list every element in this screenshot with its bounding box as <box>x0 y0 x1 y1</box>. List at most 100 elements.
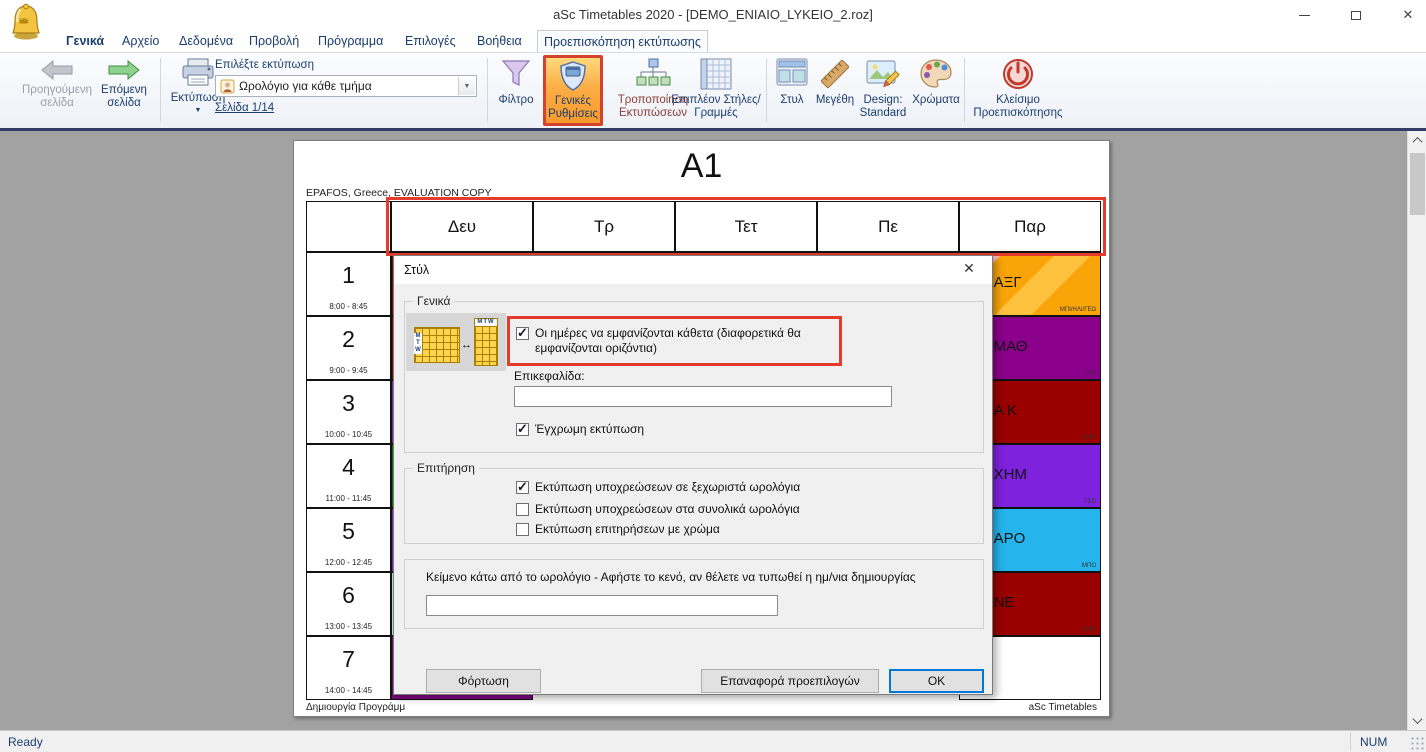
period-cell-4: 411:00 - 11:45 <box>306 444 391 508</box>
day-header-thu: Πε <box>817 201 959 252</box>
filter-funnel-icon <box>499 57 533 91</box>
chevron-down-icon <box>1413 714 1423 724</box>
period-cell-6: 613:00 - 13:45 <box>306 572 391 636</box>
close-button[interactable]: ✕ <box>1396 4 1420 26</box>
next-page-button[interactable]: Επόμενη σελίδα <box>96 59 152 110</box>
day-header-tue: Τρ <box>533 201 675 252</box>
tab-dedomena[interactable]: Δεδομένα <box>173 30 239 52</box>
org-tree-icon <box>635 57 671 91</box>
select-print-label: Επιλέξτε εκτύπωση <box>215 59 481 71</box>
class-title: A1 <box>294 147 1109 186</box>
status-bar: Ready NUM <box>0 730 1426 752</box>
vertical-days-checkbox[interactable]: Οι ημέρες να εμφανίζονται κάθετα (διαφορ… <box>516 326 836 356</box>
maximize-button[interactable] <box>1344 4 1368 26</box>
ribbon-tab-row: Γενικά Αρχείο Δεδομένα Προβολή Πρόγραμμα… <box>0 30 1426 52</box>
swap-arrow-icon: ↔ <box>461 339 472 351</box>
close-preview-button[interactable]: Κλείσιμο Προεπισκόπησης <box>970 57 1066 120</box>
vertical-scrollbar[interactable] <box>1407 131 1426 730</box>
color-print-checkbox[interactable]: Έγχρωμη εκτύπωση <box>516 422 644 437</box>
resize-grip[interactable] <box>1410 736 1424 750</box>
class-timetable-icon <box>220 79 235 94</box>
tab-print-preview[interactable]: Προεπισκόπηση εκτύπωσης <box>537 30 708 52</box>
period-cell-5: 512:00 - 12:45 <box>306 508 391 572</box>
app-window: aSc Timetables 2020 - [DEMO_ENIAIO_LYKEI… <box>0 0 1426 752</box>
tab-archeio[interactable]: Αρχείο <box>116 30 165 52</box>
separate-timetables-checkbox[interactable]: Εκτύπωση υποχρεώσεων σε ξεχωριστά ωρολόγ… <box>516 480 800 495</box>
reset-defaults-button[interactable]: Επαναφορά προεπιλογών <box>701 669 879 693</box>
period-cell-7: 714:00 - 14:45 <box>306 636 391 700</box>
checkbox-checked-icon <box>516 327 529 340</box>
filter-button[interactable]: Φίλτρο <box>492 57 540 107</box>
tab-programma[interactable]: Πρόγραμμα <box>312 30 389 52</box>
title-bar: aSc Timetables 2020 - [DEMO_ENIAIO_LYKEI… <box>0 0 1426 30</box>
extra-columns-rows-button[interactable]: Επιπλέον Στήλες/Γραμμές <box>668 57 764 120</box>
ok-button[interactable]: OK <box>889 669 984 693</box>
close-icon: ✕ <box>1403 7 1414 23</box>
checkbox-checked-icon <box>516 423 529 436</box>
ruler-icon <box>817 57 853 91</box>
day-header-wed: Τετ <box>675 201 817 252</box>
window-title: aSc Timetables 2020 - [DEMO_ENIAIO_LYKEI… <box>0 7 1426 22</box>
group-general-label: Γενικά <box>413 294 454 308</box>
day-header-fri: Παρ <box>959 201 1101 252</box>
app-logo-bell-icon[interactable]: aSc <box>8 2 44 42</box>
svg-text:aSc: aSc <box>20 19 29 25</box>
chevron-down-icon: ▼ <box>195 107 202 114</box>
table-grid-icon <box>699 57 733 91</box>
tab-voithia[interactable]: Βοήθεια <box>471 30 528 52</box>
bottom-text-input[interactable] <box>426 595 778 616</box>
minimize-icon <box>1299 15 1310 16</box>
chevron-up-icon <box>1413 137 1423 147</box>
scroll-up-button[interactable] <box>1408 131 1426 150</box>
style-dialog: Στύλ ✕ Γενικά MTW ↔ MTW Οι ημέρες να εμφ… <box>393 255 993 695</box>
shield-icon <box>558 60 588 92</box>
num-lock-indicator: NUM <box>1360 735 1387 749</box>
page-footer-right: aSc Timetables <box>1029 702 1097 713</box>
checkbox-checked-icon <box>516 481 529 494</box>
tab-genika[interactable]: Γενικά <box>60 30 110 52</box>
status-text: Ready <box>8 735 43 749</box>
arrow-right-icon <box>107 59 141 81</box>
layout-style-icon <box>775 57 809 91</box>
total-timetables-checkbox[interactable]: Εκτύπωση υποχρεώσεων στα συνολικά ωρολόγ… <box>516 502 800 517</box>
orientation-preview-icon: MTW ↔ MTW <box>406 313 506 371</box>
previous-page-button[interactable]: Προηγούμενη σελίδα <box>14 59 100 110</box>
checkbox-unchecked-icon <box>516 523 529 536</box>
timetable-corner-cell <box>306 201 391 252</box>
print-type-combobox[interactable]: Ωρολόγιο για κάθε τμήμα ▼ <box>215 75 477 97</box>
supervision-color-checkbox[interactable]: Εκτύπωση επιτηρήσεων με χρώμα <box>516 522 720 537</box>
day-header-mon: Δευ <box>391 201 533 252</box>
period-cell-1: 18:00 - 8:45 <box>306 252 391 316</box>
chevron-down-icon[interactable]: ▼ <box>458 77 475 95</box>
period-cell-3: 310:00 - 10:45 <box>306 380 391 444</box>
design-button[interactable]: Design: Standard <box>856 57 910 120</box>
dialog-close-button[interactable]: ✕ <box>958 260 980 280</box>
maximize-icon <box>1351 11 1361 20</box>
general-settings-button[interactable]: Γενικές Ρυθμίσεις <box>543 55 603 126</box>
sizes-button[interactable]: Μεγέθη <box>813 57 857 107</box>
design-picture-pencil-icon <box>865 57 901 91</box>
close-icon: ✕ <box>963 260 975 276</box>
tab-provoli[interactable]: Προβολή <box>243 30 305 52</box>
page-indicator-link[interactable]: Σελίδα 1/14 <box>215 102 481 114</box>
palette-icon <box>918 57 954 91</box>
dialog-title: Στύλ <box>404 263 429 277</box>
scrollbar-thumb[interactable] <box>1410 153 1425 215</box>
print-type-value: Ωρολόγιο για κάθε τμήμα <box>239 79 372 93</box>
scroll-down-button[interactable] <box>1408 711 1426 730</box>
style-button[interactable]: Στυλ <box>772 57 812 107</box>
header-field-label: Επικεφαλίδα: <box>514 369 585 383</box>
page-footer-left: Δημιουργία Προγράμμ <box>306 702 405 713</box>
group-supervision-label: Επιτήρηση <box>413 461 479 475</box>
bottom-text-label: Κείμενο κάτω από το ωρολόγιο - Αφήστε το… <box>426 570 966 584</box>
select-print-group: Επιλέξτε εκτύπωση Ωρολόγιο για κάθε τμήμ… <box>215 59 481 114</box>
minimize-button[interactable] <box>1292 4 1316 26</box>
period-cell-2: 29:00 - 9:45 <box>306 316 391 380</box>
header-text-input[interactable] <box>514 386 892 407</box>
tab-epiloges[interactable]: Επιλογές <box>399 30 462 52</box>
printer-icon <box>180 57 216 89</box>
load-button[interactable]: Φόρτωση <box>426 669 541 693</box>
power-icon <box>1001 57 1035 91</box>
colors-button[interactable]: Χρώματα <box>910 57 962 107</box>
dialog-title-bar[interactable]: Στύλ ✕ <box>394 256 992 284</box>
